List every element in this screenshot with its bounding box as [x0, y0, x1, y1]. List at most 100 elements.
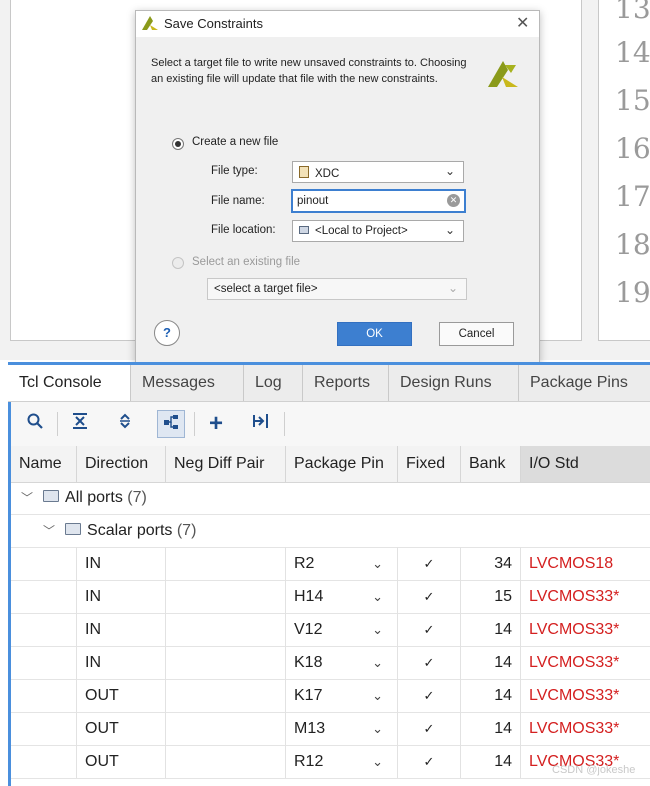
clear-icon[interactable]: ✕ — [447, 194, 460, 207]
line-number: 16 — [615, 132, 650, 165]
file-name-label: File name: — [211, 195, 265, 207]
tab-reports[interactable]: Reports — [303, 365, 389, 401]
package-pin-value: R12 — [294, 753, 324, 770]
file-location-select[interactable]: <Local to Project> ⌄ — [292, 220, 464, 242]
chevron-down-icon: ⌄ — [444, 223, 455, 237]
tab-design-runs[interactable]: Design Runs — [389, 365, 519, 401]
port-name-cell — [11, 646, 77, 679]
file-type-select[interactable]: XDC ⌄ — [292, 161, 464, 183]
chevron-down-icon: ⌄ — [444, 164, 455, 178]
add-icon[interactable]: + — [202, 410, 230, 438]
package-pin-cell[interactable]: K17 ⌄ — [286, 679, 398, 712]
table-row[interactable]: OUT K17 ⌄ ✓ 14 LVCMOS33* — [11, 679, 650, 713]
chevron-down-icon[interactable]: ⌄ — [372, 547, 383, 580]
table-row[interactable]: IN H14 ⌄ ✓ 15 LVCMOS33* — [11, 580, 650, 614]
select-existing-file-label: Select an existing file — [192, 256, 301, 268]
column-header-fixed[interactable]: Fixed — [398, 446, 461, 482]
column-header-package-pin[interactable]: Package Pin — [286, 446, 398, 482]
scalar-ports-label: Scalar ports — [87, 522, 173, 539]
fixed-check[interactable]: ✓ — [398, 745, 461, 778]
file-type-value: XDC — [315, 168, 340, 180]
chevron-down-icon[interactable]: ⌄ — [372, 580, 383, 613]
bank-cell: 14 — [461, 712, 521, 745]
select-target-file-select[interactable]: <select a target file> ⌄ — [207, 278, 467, 300]
file-location-label: File location: — [211, 224, 276, 236]
group-by-interface-icon[interactable] — [157, 410, 185, 438]
table-row[interactable]: OUT M13 ⌄ ✓ 14 LVCMOS33* — [11, 712, 650, 746]
panel-tabbar: Tcl Console Messages Log Reports Design … — [8, 365, 650, 402]
table-row[interactable]: IN R2 ⌄ ✓ 34 LVCMOS18 — [11, 547, 650, 581]
package-pin-cell[interactable]: K18 ⌄ — [286, 646, 398, 679]
cancel-button[interactable]: Cancel — [439, 322, 514, 346]
direction-cell: OUT — [77, 745, 166, 778]
package-pin-cell[interactable]: V12 ⌄ — [286, 613, 398, 646]
fixed-check[interactable]: ✓ — [398, 580, 461, 613]
tab-package-pins[interactable]: Package Pins — [519, 365, 650, 401]
column-header-neg-diff-pair[interactable]: Neg Diff Pair — [166, 446, 286, 482]
table-row[interactable]: IN K18 ⌄ ✓ 14 LVCMOS33* — [11, 646, 650, 680]
io-std-cell[interactable]: LVCMOS33* — [521, 613, 650, 646]
direction-cell: IN — [77, 613, 166, 646]
column-header-name[interactable]: Name — [11, 446, 77, 482]
column-header-io-std[interactable]: I/O Std — [521, 446, 650, 482]
chevron-down-icon[interactable]: ⌄ — [372, 646, 383, 679]
tab-log[interactable]: Log — [244, 365, 303, 401]
io-std-cell[interactable]: LVCMOS33* — [521, 679, 650, 712]
chevron-down-icon[interactable]: ⌄ — [372, 712, 383, 745]
tab-messages[interactable]: Messages — [131, 365, 244, 401]
bank-cell: 14 — [461, 646, 521, 679]
neg-diff-pair-cell — [166, 547, 286, 580]
neg-diff-pair-cell — [166, 580, 286, 613]
select-existing-file-radio[interactable] — [172, 257, 184, 269]
io-std-cell[interactable]: LVCMOS33* — [521, 712, 650, 745]
tree-row-all-ports[interactable]: ﹀ All ports (7) — [11, 481, 650, 515]
search-icon[interactable] — [21, 410, 49, 438]
auto-assign-icon[interactable] — [247, 410, 275, 438]
folder-icon — [65, 523, 82, 535]
fixed-check[interactable]: ✓ — [398, 679, 461, 712]
io-std-cell[interactable]: LVCMOS18 — [521, 547, 650, 580]
create-new-file-radio[interactable] — [172, 138, 184, 150]
chevron-down-icon[interactable]: ﹀ — [21, 491, 33, 505]
close-icon[interactable]: ✕ — [516, 13, 529, 33]
collapse-all-icon[interactable] — [66, 410, 94, 438]
io-std-cell[interactable]: LVCMOS33* — [521, 646, 650, 679]
expand-all-icon[interactable] — [111, 410, 139, 438]
vivado-logo-icon — [141, 15, 159, 36]
tree-row-scalar-ports[interactable]: ﹀ Scalar ports (7) — [11, 514, 650, 548]
file-type-label: File type: — [211, 165, 258, 177]
column-header-bank[interactable]: Bank — [461, 446, 521, 482]
package-pin-value: M13 — [294, 720, 326, 737]
fixed-check[interactable]: ✓ — [398, 547, 461, 580]
fixed-check[interactable]: ✓ — [398, 613, 461, 646]
package-pin-cell[interactable]: R12 ⌄ — [286, 745, 398, 778]
chevron-down-icon: ⌄ — [447, 281, 458, 295]
file-name-input[interactable]: pinout ✕ — [291, 189, 466, 213]
fixed-check[interactable]: ✓ — [398, 712, 461, 745]
package-pin-cell[interactable]: M13 ⌄ — [286, 712, 398, 745]
package-pin-cell[interactable]: R2 ⌄ — [286, 547, 398, 580]
chevron-down-icon[interactable]: ⌄ — [372, 745, 383, 778]
select-target-value: <select a target file> — [214, 283, 318, 295]
line-number: 13 — [615, 0, 650, 25]
package-pin-value: V12 — [294, 621, 323, 638]
io-std-cell[interactable]: LVCMOS33* — [521, 580, 650, 613]
chevron-down-icon[interactable]: ﹀ — [43, 524, 55, 538]
bank-cell: 14 — [461, 679, 521, 712]
ok-button[interactable]: OK — [337, 322, 412, 346]
chevron-down-icon[interactable]: ⌄ — [372, 679, 383, 712]
neg-diff-pair-cell — [166, 712, 286, 745]
direction-cell: OUT — [77, 679, 166, 712]
chevron-down-icon[interactable]: ⌄ — [372, 613, 383, 646]
bank-cell: 14 — [461, 613, 521, 646]
project-icon — [299, 226, 309, 234]
fixed-check[interactable]: ✓ — [398, 646, 461, 679]
neg-diff-pair-cell — [166, 679, 286, 712]
package-pin-cell[interactable]: H14 ⌄ — [286, 580, 398, 613]
help-button[interactable]: ? — [154, 320, 180, 346]
tab-tcl-console[interactable]: Tcl Console — [8, 365, 131, 401]
table-row[interactable]: IN V12 ⌄ ✓ 14 LVCMOS33* — [11, 613, 650, 647]
column-header-direction[interactable]: Direction — [77, 446, 166, 482]
ports-toolbar: + — [11, 402, 650, 447]
file-icon — [299, 166, 309, 178]
